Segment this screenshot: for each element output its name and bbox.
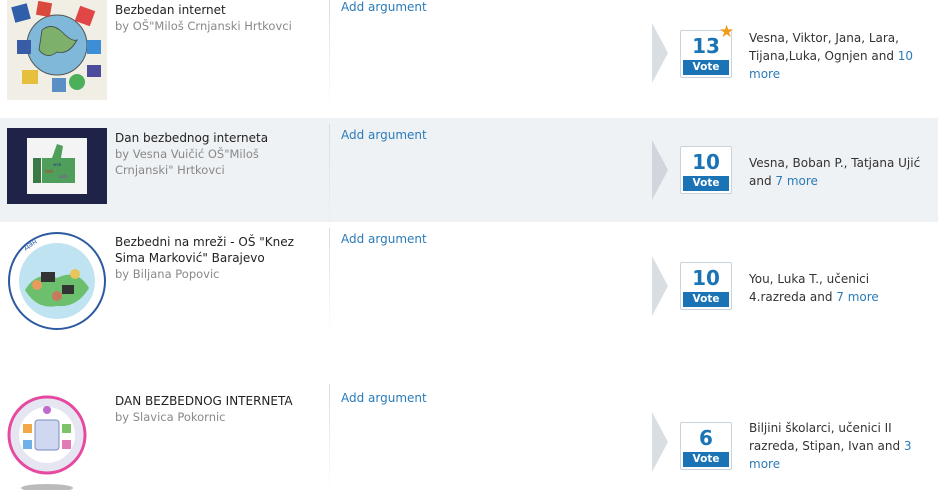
svg-text:web: web [53,162,62,167]
vote-count: 10 [692,266,720,290]
voter-list: Biljini školarci, učenici II razreda, St… [749,419,929,473]
entry-row: Дан Bezbedni na mreži - OŠ "Knez Sima Ma… [0,222,938,372]
star-icon: ★ [719,22,735,42]
vote-button[interactable]: Vote [683,452,729,467]
entry-author: by OŠ"Miloš Crnjanski Hrtkovci [115,19,292,33]
vote-button[interactable]: Vote [683,60,729,75]
vote-button[interactable]: Vote [683,292,729,307]
vote-count: 6 [699,426,713,450]
entry-author: by Biljana Popovic [115,267,220,281]
entry-row: DAN BEZBEDNOG INTERNETA by Slavica Pokor… [0,380,938,490]
chevron-right-icon [652,256,668,316]
add-argument-link[interactable]: Add argument [341,128,427,142]
voter-names: Biljini školarci, učenici II razreda, St… [749,421,904,453]
add-argument-link[interactable]: Add argument [341,232,427,246]
voter-list: You, Luka T., učenici 4.razreda and 7 mo… [749,270,929,306]
entry-thumbnail[interactable] [7,0,107,100]
entry-thumbnail[interactable]: Дан [7,230,107,332]
divider [329,228,330,338]
voter-names: Vesna, Viktor, Jana, Lara, Tijana,Luka, … [749,31,899,63]
chevron-right-icon [652,140,668,200]
voter-list: Vesna, Viktor, Jana, Lara, Tijana,Luka, … [749,29,929,83]
add-argument-link[interactable]: Add argument [341,0,427,14]
voter-list: Vesna, Boban P., Tatjana Ujić and 7 more [749,154,929,190]
vote-box[interactable]: 6 Vote [680,422,732,470]
entry-title[interactable]: Bezbedni na mreži - OŠ "Knez Sima Markov… [115,234,320,266]
chevron-right-icon [652,412,668,472]
svg-text:safe: safe [59,174,68,179]
entry-thumbnail[interactable] [7,390,87,490]
more-voters-link[interactable]: 7 more [836,290,879,304]
divider [329,384,330,490]
entry-title[interactable]: Dan bezbednog interneta [115,130,320,146]
entry-row: net web safe Dan bezbednog interneta by … [0,118,938,234]
add-argument-link[interactable]: Add argument [341,391,427,405]
entry-row: Bezbedan internet by OŠ"Miloš Crnjanski … [0,0,938,110]
entry-author: by Vesna Vuičić OŠ"Miloš Crnjanski" Hrtk… [115,147,259,177]
divider [329,124,330,234]
divider [329,0,330,110]
vote-count: 10 [692,150,720,174]
entry-author: by Slavica Pokornic [115,410,226,424]
more-voters-link[interactable]: 7 more [775,174,818,188]
svg-text:net: net [45,169,53,175]
entry-thumbnail[interactable]: net web safe [7,128,107,204]
entry-title[interactable]: DAN BEZBEDNOG INTERNETA [115,393,320,409]
entry-title[interactable]: Bezbedan internet [115,2,320,18]
chevron-right-icon [652,23,668,83]
vote-box[interactable]: 10 Vote [680,262,732,310]
vote-box[interactable]: 10 Vote [680,146,732,194]
vote-button[interactable]: Vote [683,176,729,191]
